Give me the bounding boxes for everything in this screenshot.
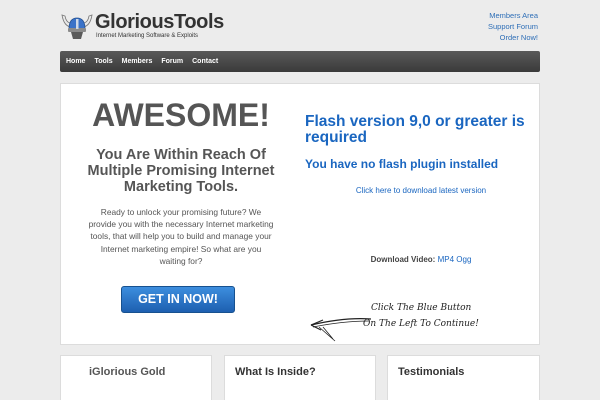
hint-line-2: On The Left To Continue! [363, 319, 479, 329]
hero-headline: AWESOME! [92, 97, 270, 133]
hero-subheadline: You Are Within Reach Of Multiple Promisi… [87, 147, 275, 195]
download-mp4-link[interactable]: MP4 [438, 255, 454, 264]
box-title: What Is Inside? [235, 366, 316, 378]
download-video-row: Download Video: MP4 Ogg [305, 255, 537, 264]
site-logo[interactable]: GloriousTools Internet Marketing Softwar… [60, 11, 224, 41]
flash-no-plugin: You have no flash plugin installed [305, 157, 499, 171]
viking-helmet-icon [61, 14, 93, 39]
nav-members[interactable]: Members [118, 51, 157, 72]
support-forum-link[interactable]: Support Forum [488, 21, 538, 32]
hint-line-1: Click The Blue Button [371, 303, 472, 313]
order-now-link[interactable]: Order Now! [488, 32, 538, 43]
hero-panel: AWESOME! You Are Within Reach Of Multipl… [60, 83, 540, 345]
box-title: Testimonials [398, 366, 465, 378]
top-links: Members Area Support Forum Order Now! [488, 10, 538, 43]
box-what-is-inside: What Is Inside? [224, 355, 376, 400]
members-area-link[interactable]: Members Area [488, 10, 538, 21]
brand-tagline: Internet Marketing Software & Exploits [96, 33, 199, 39]
brand-name: GloriousTools [95, 11, 224, 33]
flash-required-title: Flash version 9,0 or greater is required [305, 113, 525, 146]
main-nav: Home Tools Members Forum Contact [60, 51, 540, 72]
download-flash-link[interactable]: Click here to download latest version [305, 186, 537, 195]
nav-home[interactable]: Home [62, 51, 89, 72]
continue-hint: Click The Blue Button On The Left To Con… [305, 299, 537, 349]
download-ogg-link[interactable]: Ogg [456, 255, 471, 264]
nav-forum[interactable]: Forum [157, 51, 187, 72]
nav-tools[interactable]: Tools [90, 51, 116, 72]
box-testimonials: Testimonials [387, 355, 540, 400]
box-iglorious-gold: iGlorious Gold [60, 355, 212, 400]
hero-blurb: Ready to unlock your promising future? W… [88, 207, 274, 266]
nav-contact[interactable]: Contact [188, 51, 222, 72]
download-video-label: Download Video: [370, 255, 436, 264]
get-in-now-button[interactable]: GET IN NOW! [121, 286, 235, 313]
box-title: iGlorious Gold [89, 366, 166, 378]
